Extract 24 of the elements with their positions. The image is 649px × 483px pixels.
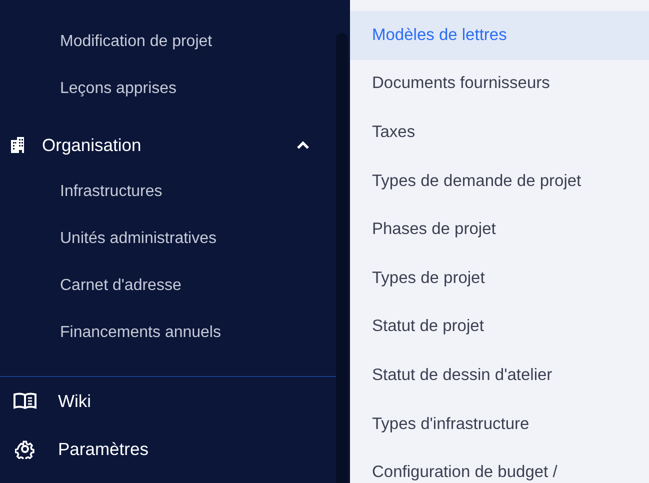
book-icon [13, 392, 37, 410]
sidebar-item[interactable]: Financements annuels [0, 309, 336, 356]
menu-item[interactable]: Statut de dessin d'atelier [350, 351, 649, 400]
sidebar-item[interactable]: Modification de projet [0, 18, 336, 65]
menu-item[interactable]: Configuration de budget / [350, 448, 649, 483]
menu-item[interactable]: Statut de projet [350, 302, 649, 352]
menu-item[interactable]: Taxes [350, 108, 649, 157]
sidebar-group-header[interactable]: Organisation [0, 122, 336, 168]
sidebar-item[interactable]: Carnet d'adresse [0, 262, 336, 309]
menu-item[interactable]: Modèles de lettres [350, 11, 649, 60]
menu-item[interactable]: Types de projet [350, 254, 649, 303]
settings-icon [15, 439, 35, 459]
group-title: Organisation [42, 134, 142, 156]
menu-item[interactable]: Types de demande de projet [350, 156, 649, 206]
sidebar-item[interactable]: Infrastructures [0, 168, 336, 215]
menu-item[interactable]: Types d'infrastructure [350, 400, 649, 448]
sidebar-item[interactable]: Paramètres [0, 425, 336, 473]
chevron-up-icon [296, 140, 310, 150]
sidebar-item[interactable]: Unités administratives [0, 215, 336, 262]
scrollbar[interactable] [336, 33, 348, 483]
menu-item[interactable]: Documents fournisseurs [350, 60, 649, 108]
sidebar-item[interactable]: Leçons apprises [0, 65, 336, 112]
menu-item[interactable]: Phases de projet [350, 205, 649, 254]
sidebar-item[interactable]: Wiki [0, 377, 336, 425]
